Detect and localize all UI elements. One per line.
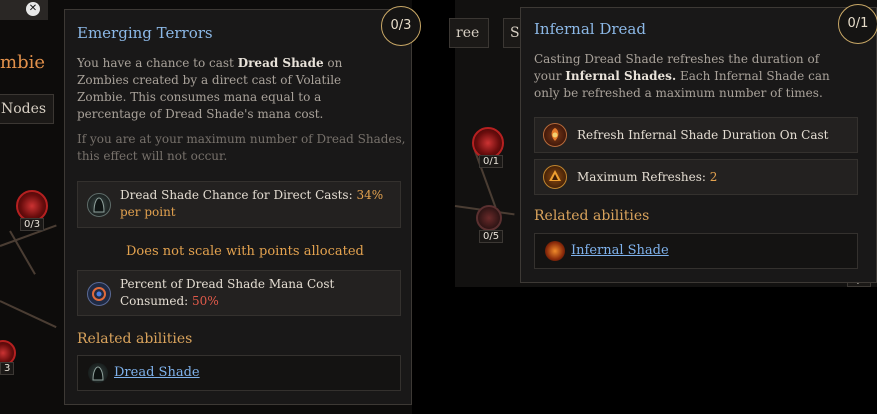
skill-heading-fragment: mbie [0, 52, 45, 73]
close-icon[interactable]: ✕ [26, 2, 40, 16]
dread-shade-icon [87, 193, 111, 217]
infernal-shade-icon [545, 241, 565, 261]
stat-text: Maximum Refreshes: 2 [577, 169, 717, 186]
nodes-button[interactable]: Nodes [0, 94, 54, 124]
related-abilities-heading: Related abilities [534, 208, 650, 224]
stat-row-max-refreshes: Maximum Refreshes: 2 [534, 159, 858, 195]
points-badge: 0/1 [838, 4, 877, 44]
skill-tooltip-emerging-terrors: 0/3 Emerging Terrors You have a chance t… [64, 6, 421, 405]
description-highlight: Dread Shade [237, 56, 324, 70]
node-point-count: 3 [0, 362, 15, 375]
related-abilities-heading: Related abilities [77, 331, 193, 347]
ability-link-dread-shade[interactable]: Dread Shade [114, 365, 200, 380]
stat-label: Percent of Dread Shade Mana Cost Consume… [120, 277, 335, 308]
stat-row-chance: Dread Shade Chance for Direct Casts: 34%… [77, 181, 401, 228]
refresh-icon [543, 123, 567, 147]
points-badge: 0/3 [381, 6, 421, 46]
stat-label: Maximum Refreshes: [577, 170, 710, 184]
description-text: You have a chance to cast [77, 56, 238, 70]
stat-text: Dread Shade Chance for Direct Casts: 34%… [120, 187, 390, 221]
tooltip-title: Infernal Dread [534, 20, 646, 38]
stat-label: Dread Shade Chance for Direct Casts: [120, 188, 357, 202]
tree-tab[interactable]: ree [449, 18, 489, 48]
mana-cost-icon [87, 282, 111, 306]
search-bar-fragment[interactable] [0, 0, 48, 20]
skill-node[interactable] [476, 205, 502, 231]
dread-shade-icon [88, 363, 108, 383]
tooltip-title: Emerging Terrors [77, 24, 213, 42]
tree-connector [0, 300, 57, 329]
stat-label: Refresh Infernal Shade Duration On Cast [577, 128, 829, 142]
stat-row-refresh: Refresh Infernal Shade Duration On Cast [534, 117, 858, 153]
scaling-note: Does not scale with points allocated [126, 244, 364, 259]
node-point-count: 0/5 [479, 230, 504, 243]
tooltip-description: You have a chance to cast Dread Shade on… [77, 55, 377, 123]
related-ability-row: Dread Shade [77, 355, 401, 391]
stat-text: Percent of Dread Shade Mana Cost Consume… [120, 276, 360, 310]
node-point-count: 0/3 [20, 218, 45, 231]
stat-suffix: per point [120, 205, 176, 219]
related-ability-row: Infernal Shade [534, 233, 858, 269]
maximum-refreshes-icon [543, 165, 567, 189]
node-point-count: 0/1 [479, 155, 504, 168]
description-highlight: Infernal Shades. [565, 69, 677, 83]
tooltip-note: If you are at your maximum number of Dre… [77, 132, 406, 163]
stat-row-mana-cost: Percent of Dread Shade Mana Cost Consume… [77, 270, 401, 316]
tooltip-description: Casting Dread Shade refreshes the durati… [534, 51, 834, 102]
stat-value: 50% [192, 294, 219, 308]
ability-link-infernal-shade[interactable]: Infernal Shade [571, 243, 669, 258]
skill-tooltip-infernal-dread: 0/1 Infernal Dread Casting Dread Shade r… [520, 4, 877, 283]
stat-value: 34% [356, 188, 384, 202]
stat-value: 2 [709, 170, 718, 184]
